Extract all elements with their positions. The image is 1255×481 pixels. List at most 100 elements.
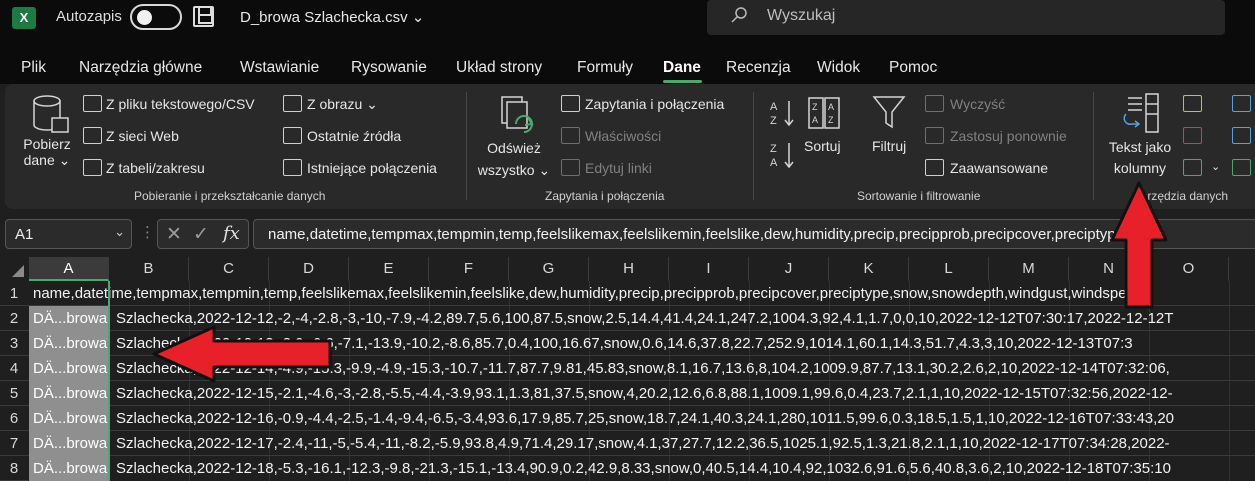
formula-controls: ✕ ✓ fx <box>157 219 249 249</box>
sort-za-icon[interactable]: Z A <box>769 140 797 170</box>
from-web-button[interactable]: Z sieci Web <box>106 128 179 144</box>
svg-text:Z: Z <box>812 102 818 112</box>
enter-icon[interactable]: ✓ <box>193 223 209 245</box>
text-to-columns-button[interactable]: Tekst jako kolumny <box>1100 137 1180 179</box>
tab-widok[interactable]: Widok <box>817 59 860 77</box>
row-header[interactable]: 8 <box>0 456 28 481</box>
more-options-icon[interactable]: ⋮ <box>140 223 155 241</box>
formula-input[interactable]: name,datetime,tempmax,tempmin,temp,feels… <box>253 219 1255 249</box>
row-header[interactable]: 2 <box>0 306 28 331</box>
cell-a6-text: DÄ...browa <box>33 410 108 427</box>
cell-a8-text: DÄ...browa <box>33 460 108 477</box>
column-header-k[interactable]: K <box>829 257 909 281</box>
refresh-label: Odśwież <box>487 140 541 156</box>
row-header[interactable]: 4 <box>0 356 28 381</box>
edit-links-button[interactable]: Edytuj linki <box>585 160 652 176</box>
tab-dane[interactable]: Dane <box>663 59 701 77</box>
cancel-icon[interactable]: ✕ <box>166 223 182 245</box>
search-icon <box>731 7 747 23</box>
tab-plik[interactable]: Plik <box>21 59 46 77</box>
sort-button[interactable]: Sortuj <box>804 138 841 154</box>
search-box[interactable]: Wyszukaj <box>707 0 1225 35</box>
autosave-toggle[interactable] <box>130 4 182 30</box>
sort-az-icon[interactable]: A Z <box>769 98 797 128</box>
tab-narzedzia-glowne[interactable]: Narzędzia główne <box>79 59 202 77</box>
column-header-h[interactable]: H <box>589 257 669 281</box>
queries-connections-button[interactable]: Zapytania i połączenia <box>585 96 724 112</box>
consolidate-icon[interactable] <box>1232 95 1251 112</box>
remove-duplicates-icon[interactable] <box>1183 127 1202 144</box>
svg-text:Z: Z <box>828 115 834 125</box>
cell-a1[interactable]: name,datetime,tempmax,tempmin,temp,feels… <box>33 281 1143 306</box>
tab-rysowanie[interactable]: Rysowanie <box>351 59 427 77</box>
svg-text:A: A <box>828 102 834 112</box>
properties-button[interactable]: Właściwości <box>585 128 661 144</box>
chevron-down-icon[interactable]: ⌄ <box>1211 160 1220 173</box>
column-header-i[interactable]: I <box>669 257 749 281</box>
column-header-c[interactable]: C <box>189 257 269 281</box>
column-header-e[interactable]: E <box>349 257 429 281</box>
text-to-columns-label2: kolumny <box>1113 160 1167 176</box>
chevron-down-icon[interactable]: ⌄ <box>114 225 125 240</box>
get-data-button[interactable]: Pobierz dane ⌄ <box>21 136 73 169</box>
column-header-j[interactable]: J <box>749 257 829 281</box>
menu-bar: Plik Narzędzia główne Wstawianie Rysowan… <box>0 42 1255 84</box>
clear-filter-icon <box>925 95 944 112</box>
tab-wstawianie[interactable]: Wstawianie <box>240 59 319 77</box>
row-header[interactable]: 6 <box>0 406 28 431</box>
flash-fill-icon[interactable] <box>1183 95 1202 112</box>
cell-b8[interactable]: Szlachecka,2022-12-18,-5.3,-16.1,-12.3,-… <box>116 456 1171 481</box>
from-text-csv-button[interactable]: Z pliku tekstowego/CSV <box>106 96 255 112</box>
text-file-icon <box>83 95 102 112</box>
cell-a4-text: DÄ...browa <box>33 360 108 377</box>
data-model-icon[interactable] <box>1232 159 1251 176</box>
table-icon <box>83 159 102 176</box>
clear-button[interactable]: Wyczyść <box>950 96 1005 112</box>
tab-formuly[interactable]: Formuły <box>577 59 633 77</box>
search-placeholder: Wyszukaj <box>767 7 836 24</box>
ribbon-separator <box>753 92 754 200</box>
cell-a7-text: DÄ...browa <box>33 435 108 452</box>
tab-pomoc[interactable]: Pomoc <box>889 59 937 77</box>
reapply-button[interactable]: Zastosuj ponownie <box>950 128 1067 144</box>
svg-text:A: A <box>770 157 778 169</box>
column-header-d[interactable]: D <box>269 257 349 281</box>
file-name[interactable]: D_browa Szlachecka.csv ⌄ <box>240 8 424 26</box>
filter-icon <box>872 96 906 129</box>
ribbon: Pobierz dane ⌄ Z pliku tekstowego/CSV Z … <box>5 84 1255 209</box>
existing-connections-button[interactable]: Istniejące połączenia <box>307 160 437 176</box>
relationships-icon[interactable] <box>1232 127 1251 144</box>
queries-icon <box>561 95 580 112</box>
column-header-f[interactable]: F <box>429 257 509 281</box>
from-table-button[interactable]: Z tabeli/zakresu <box>106 160 205 176</box>
column-header-g[interactable]: G <box>509 257 589 281</box>
group-label-get-transform: Pobieranie i przekształcanie danych <box>134 189 326 203</box>
row-header[interactable]: 3 <box>0 331 28 356</box>
column-header-a[interactable]: A <box>29 257 109 281</box>
data-validation-icon[interactable] <box>1183 159 1202 176</box>
cell-b7[interactable]: Szlachecka,2022-12-17,-2.4,-11,-5,-5.4,-… <box>116 431 1170 456</box>
web-icon <box>83 127 102 144</box>
from-image-button[interactable]: Z obrazu ⌄ <box>307 96 378 113</box>
recent-sources-button[interactable]: Ostatnie źródła <box>307 128 401 144</box>
column-header-m[interactable]: M <box>989 257 1069 281</box>
save-icon[interactable] <box>193 6 214 27</box>
ribbon-separator <box>1093 92 1094 200</box>
select-all-corner[interactable] <box>0 257 28 281</box>
row-header[interactable]: 5 <box>0 381 28 406</box>
recent-sources-icon <box>283 127 302 144</box>
cell-b6[interactable]: Szlachecka,2022-12-16,-0.9,-4.4,-2.5,-1.… <box>116 406 1174 431</box>
tab-uklad-strony[interactable]: Układ strony <box>456 59 542 77</box>
cell-a3-text: DÄ...browa <box>33 335 108 352</box>
name-box[interactable]: A1 ⌄ <box>5 219 132 249</box>
column-header-b[interactable]: B <box>109 257 189 281</box>
insert-function-icon[interactable]: fx <box>223 223 240 244</box>
advanced-button[interactable]: Zaawansowane <box>950 160 1048 176</box>
refresh-label2: wszystko ⌄ <box>477 162 551 178</box>
tab-recenzja[interactable]: Recenzja <box>726 59 791 77</box>
row-header[interactable]: 7 <box>0 431 28 456</box>
refresh-all-button[interactable]: Odśwież wszystko ⌄ <box>474 140 554 179</box>
column-header-l[interactable]: L <box>909 257 989 281</box>
row-header[interactable]: 1 <box>0 281 28 306</box>
filter-button[interactable]: Filtruj <box>872 138 906 154</box>
